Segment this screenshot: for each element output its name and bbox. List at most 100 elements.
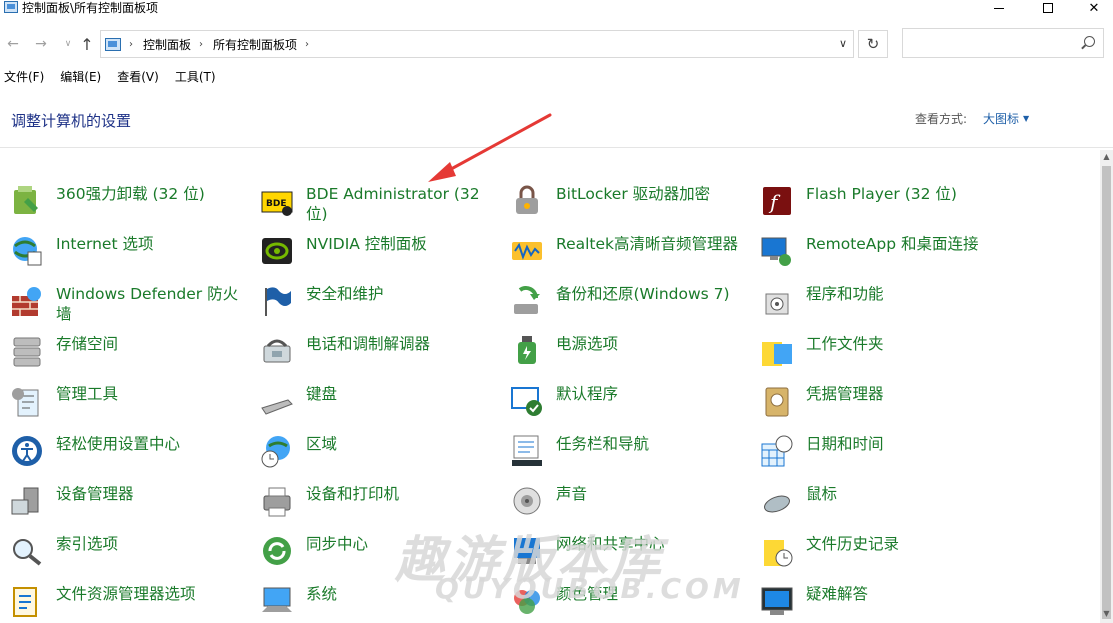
work-folders-icon (762, 342, 792, 366)
vertical-scrollbar[interactable]: ▲ ▼ (1100, 150, 1113, 623)
breadcrumb-control-panel[interactable]: 控制面板 (143, 36, 191, 53)
control-panel-item[interactable]: 工作文件夹 (750, 328, 990, 372)
control-panel-item[interactable]: 轻松使用设置中心 (0, 428, 240, 472)
back-button[interactable]: ← (3, 34, 23, 54)
printer-icon (263, 487, 291, 517)
refresh-button[interactable]: ↻ (858, 30, 888, 58)
control-panel-item[interactable]: f Flash Player (32 位) (750, 178, 990, 222)
forward-button[interactable]: → (31, 34, 51, 54)
control-panel-item-label: BDE Administrator (32 位) (306, 185, 480, 223)
watermark-sub: QUYOUBOB.COM (435, 572, 745, 605)
control-panel-item[interactable]: 日期和时间 (750, 428, 990, 472)
chevron-right-icon: › (305, 38, 310, 50)
control-panel-item[interactable]: 鼠标 (750, 478, 990, 522)
system-icon (262, 587, 292, 612)
control-panel-item[interactable]: 凭据管理器 (750, 378, 990, 422)
control-panel-item-label: 安全和维护 (306, 285, 384, 303)
control-panel-item-label: 疑难解答 (806, 585, 869, 603)
indexing-icon (13, 539, 42, 566)
page-title: 调整计算机的设置 (11, 112, 132, 130)
control-panel-item[interactable]: Internet 选项 (0, 228, 240, 272)
breadcrumb-all-items[interactable]: 所有控制面板项 (213, 36, 297, 53)
sync-icon (263, 537, 291, 565)
menu-edit[interactable]: 编辑(E) (60, 68, 101, 86)
menu-file[interactable]: 文件(F) (4, 68, 44, 86)
recent-locations-button[interactable]: ∨ (58, 34, 78, 54)
security-flag-icon (265, 287, 291, 316)
arrow-right-icon: → (35, 36, 47, 52)
control-panel-item[interactable]: RemoteApp 和桌面连接 (750, 228, 990, 272)
control-panel-item[interactable]: 键盘 (250, 378, 490, 422)
control-panel-item[interactable]: 设备和打印机 (250, 478, 490, 522)
storage-icon (13, 337, 41, 367)
taskbar-icon (512, 435, 542, 466)
control-panel-item[interactable]: 360强力卸载 (32 位) (0, 178, 240, 222)
close-button[interactable]: ✕ (1071, 0, 1113, 16)
control-panel-item-label: 工作文件夹 (806, 335, 884, 353)
control-panel-item[interactable]: 管理工具 (0, 378, 240, 422)
datetime-icon (761, 435, 793, 467)
control-panel-item[interactable]: 文件历史记录 (750, 528, 990, 572)
ease-of-access-icon (12, 436, 42, 466)
control-panel-item-label: 默认程序 (556, 385, 619, 403)
region-icon (261, 436, 290, 468)
watermark: 趣游版本库 QUYOUBOB.COM (395, 520, 741, 615)
control-panel-item[interactable]: 文件资源管理器选项 (0, 578, 240, 622)
scroll-down-icon[interactable]: ▼ (1100, 609, 1113, 621)
nvidia-icon (262, 238, 292, 264)
address-bar[interactable]: › 控制面板 › 所有控制面板项 › ∨ (100, 30, 854, 58)
internet-options-icon (13, 237, 42, 266)
control-panel-item-label: 区域 (306, 435, 338, 453)
control-panel-item-label: 文件资源管理器选项 (56, 585, 196, 603)
arrow-up-icon: ↑ (80, 34, 94, 54)
control-panel-item[interactable]: 任务栏和导航 (500, 428, 740, 472)
view-by-value: 大图标 (983, 112, 1020, 126)
control-panel-item-label: 任务栏和导航 (556, 435, 650, 453)
control-panel-item-label: 轻松使用设置中心 (56, 435, 181, 453)
file-history-icon (764, 540, 793, 567)
control-panel-item-label: 设备和打印机 (306, 485, 400, 503)
control-panel-item[interactable]: 安全和维护 (250, 278, 490, 322)
control-panel-item-label: 声音 (556, 485, 588, 503)
realtek-audio-icon (512, 242, 542, 260)
control-panel-item-label: 文件历史记录 (806, 535, 900, 553)
sound-icon (513, 487, 541, 515)
control-panel-item[interactable]: 备份和还原(Windows 7) (500, 278, 740, 322)
control-panel-item-label: Flash Player (32 位) (806, 185, 957, 203)
menu-view[interactable]: 查看(V) (117, 68, 159, 86)
admin-tools-icon (12, 388, 39, 417)
view-by-dropdown[interactable]: 大图标 ▼ (983, 110, 1029, 127)
control-panel-item[interactable]: Windows Defender 防火墙 (0, 278, 240, 323)
control-panel-item[interactable]: 电源选项 (500, 328, 740, 372)
address-dropdown-icon[interactable]: ∨ (839, 37, 847, 50)
control-panel-item[interactable]: 索引选项 (0, 528, 240, 572)
control-panel-item[interactable]: 区域 (250, 428, 490, 472)
control-panel-item-label: 电话和调制解调器 (306, 335, 431, 353)
control-panel-item[interactable]: 电话和调制解调器 (250, 328, 490, 372)
control-panel-item[interactable]: 默认程序 (500, 378, 740, 422)
window-title: 控制面板\所有控制面板项 (22, 1, 159, 15)
control-panel-item[interactable]: 程序和功能 (750, 278, 990, 322)
control-panel-item[interactable]: 设备管理器 (0, 478, 240, 522)
svg-text:BDE: BDE (266, 199, 286, 209)
control-panel-item-label: 鼠标 (806, 485, 838, 503)
control-panel-item-label: BitLocker 驱动器加密 (556, 185, 711, 203)
control-panel-item[interactable]: 疑难解答 (750, 578, 990, 622)
scrollbar-thumb[interactable] (1102, 166, 1111, 619)
control-panel-item-label: 程序和功能 (806, 285, 884, 303)
search-icon (1084, 36, 1095, 47)
control-panel-item-label: 备份和还原(Windows 7) (556, 285, 730, 303)
menu-tools[interactable]: 工具(T) (175, 68, 216, 86)
phone-modem-icon (263, 339, 291, 363)
search-input[interactable] (902, 28, 1104, 58)
scroll-up-icon[interactable]: ▲ (1100, 152, 1113, 164)
control-panel-item[interactable]: Realtek高清晰音频管理器 (500, 228, 740, 272)
control-panel-item[interactable]: NVIDIA 控制面板 (250, 228, 490, 272)
control-panel-item-label: Realtek高清晰音频管理器 (556, 235, 739, 253)
control-panel-item[interactable]: 声音 (500, 478, 740, 522)
control-panel-item[interactable]: 存储空间 (0, 328, 240, 372)
up-button[interactable]: ↑ (77, 34, 97, 54)
control-panel-item-label: 存储空间 (56, 335, 119, 353)
minimize-button[interactable] (976, 0, 1022, 16)
maximize-button[interactable] (1025, 0, 1071, 16)
